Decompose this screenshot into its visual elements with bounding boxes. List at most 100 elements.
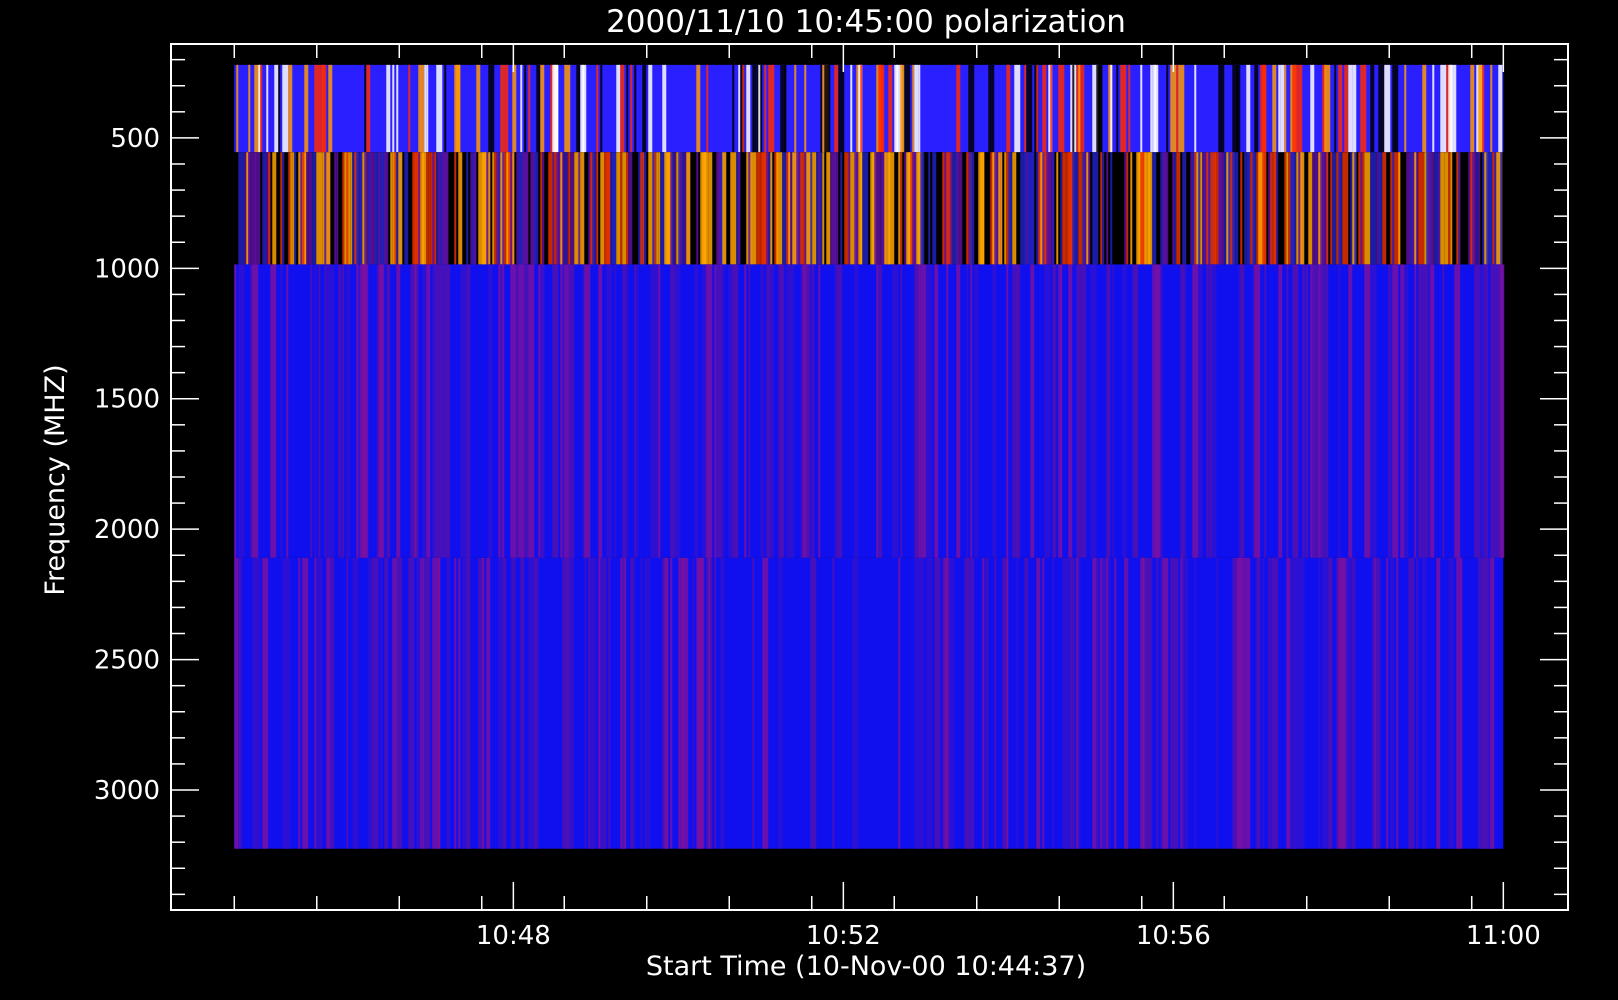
spectrogram-stripe	[722, 264, 725, 558]
spectrogram-stripe	[1274, 152, 1277, 265]
spectrogram-stripe	[706, 264, 713, 558]
spectrogram-stripe	[1176, 64, 1179, 153]
spectrogram-stripe	[528, 64, 531, 153]
spectrogram-stripe	[882, 152, 885, 265]
spectrogram-stripe	[1294, 557, 1299, 849]
spectrogram-stripe	[434, 264, 439, 558]
spectrogram-stripe	[1100, 152, 1103, 265]
spectrogram-stripe	[1478, 64, 1483, 153]
spectrogram-stripe	[236, 64, 239, 153]
spectrogram-stripe	[1212, 264, 1217, 558]
y-tick-label: 2500	[94, 646, 160, 676]
spectrogram-stripe	[1400, 264, 1405, 558]
spectrogram-stripe	[1098, 64, 1103, 153]
spectrogram-stripe	[728, 264, 731, 558]
spectrogram-stripe	[1418, 264, 1423, 558]
spectrogram-stripe	[1326, 152, 1329, 265]
spectrogram-stripe	[600, 152, 605, 265]
spectrogram-stripe	[1414, 152, 1417, 265]
spectrogram-stripe	[770, 152, 773, 265]
spectrogram-stripe	[1378, 152, 1383, 265]
spectrogram-stripe	[1130, 152, 1133, 265]
spectrogram-stripe	[314, 557, 317, 849]
spectrogram-stripe	[968, 64, 975, 153]
spectrogram-stripe	[1284, 64, 1287, 153]
spectrogram-stripe	[418, 64, 425, 153]
spectrogram-stripe	[642, 152, 645, 265]
spectrogram-stripe	[1390, 557, 1393, 849]
spectrogram-stripe	[392, 64, 395, 153]
spectrogram-stripe	[596, 152, 599, 265]
spectrogram-stripe	[564, 152, 567, 265]
band-high-1	[234, 264, 1505, 558]
spectrogram-stripe	[1272, 64, 1277, 153]
spectrogram-stripe	[1276, 152, 1279, 265]
spectrogram-stripe	[1170, 64, 1177, 153]
spectrogram-stripe	[1162, 557, 1169, 849]
spectrogram-stripe	[1214, 152, 1217, 265]
spectrogram-stripe	[438, 264, 445, 558]
spectrogram-stripe	[1348, 64, 1353, 153]
spectrogram-stripe	[738, 152, 741, 265]
spectrogram-stripe	[340, 264, 343, 558]
spectrogram-stripe	[1184, 264, 1187, 558]
spectrogram-stripe	[1308, 152, 1313, 265]
y-tick-label: 2000	[94, 515, 160, 545]
spectrogram-stripe	[1042, 557, 1045, 849]
spectrogram-stripe	[298, 557, 301, 849]
spectrogram-stripe	[696, 152, 699, 265]
spectrogram-stripe	[404, 152, 409, 265]
spectrogram-stripe	[1026, 152, 1029, 265]
spectrogram-stripe	[1198, 264, 1203, 558]
spectrogram-stripe	[826, 152, 831, 265]
spectrogram-stripe	[662, 64, 667, 153]
spectrogram-stripe	[1122, 264, 1127, 558]
spectrogram-stripe	[1126, 557, 1129, 849]
spectrogram-stripe	[1076, 557, 1079, 849]
spectrogram-stripe	[416, 557, 421, 849]
spectrogram-stripe	[620, 64, 625, 153]
spectrogram-stripe	[918, 264, 921, 558]
spectrogram-stripe	[1486, 264, 1489, 558]
spectrogram-stripe	[1090, 264, 1097, 558]
spectrogram-stripe	[554, 64, 559, 153]
spectrogram-stripe	[310, 264, 313, 558]
spectrogram-stripe	[1364, 264, 1371, 558]
spectrogram-stripe	[1364, 152, 1371, 265]
spectrogram-stripe	[560, 152, 563, 265]
spectrogram-stripe	[1182, 152, 1187, 265]
spectrogram-stripe	[914, 64, 919, 153]
spectrogram-stripe	[956, 64, 961, 153]
spectrogram-stripe	[1112, 264, 1115, 558]
spectrogram-stripe	[248, 152, 251, 265]
spectrogram-stripe	[248, 64, 251, 153]
spectrogram-stripe	[1278, 264, 1283, 558]
spectrogram-stripe	[1490, 64, 1493, 153]
spectrogram-stripe	[342, 152, 345, 265]
spectrogram-stripe	[914, 557, 919, 849]
spectrogram-stripe	[716, 264, 723, 558]
spectrogram-stripe	[608, 557, 611, 849]
spectrogram-stripe	[1498, 64, 1503, 153]
spectrogram-stripe	[730, 152, 737, 265]
spectrogram-stripe	[1160, 264, 1163, 558]
spectrogram-stripe	[1092, 152, 1099, 265]
spectrogram-stripe	[682, 557, 689, 849]
spectrogram-stripe	[898, 557, 901, 849]
spectrogram-stripe	[1478, 557, 1481, 849]
spectrogram-stripe	[1164, 152, 1167, 265]
spectrogram-stripe	[1398, 152, 1401, 265]
spectrogram-stripe	[670, 152, 673, 265]
spectrogram-stripe	[528, 264, 535, 558]
spectrogram-stripe	[1182, 557, 1189, 849]
spectrogram-stripe	[1292, 152, 1295, 265]
spectrogram-stripe	[1076, 264, 1081, 558]
spectrogram-stripe	[488, 152, 491, 265]
spectrogram-stripe	[1472, 152, 1477, 265]
spectrogram-stripe	[720, 557, 725, 849]
spectrogram-stripe	[512, 152, 515, 265]
spectrogram-stripe	[626, 152, 629, 265]
spectrogram-stripe	[1120, 64, 1127, 153]
spectrogram-stripe	[288, 152, 291, 265]
spectrogram-stripe	[628, 152, 633, 265]
